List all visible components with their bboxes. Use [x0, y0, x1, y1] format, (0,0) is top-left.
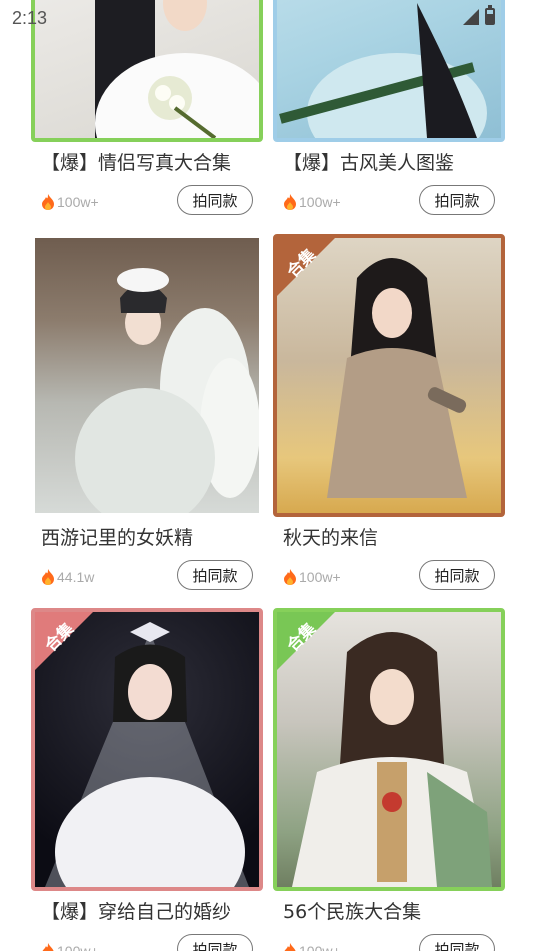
- collection-badge: 合集: [277, 238, 337, 298]
- flame-icon: [284, 194, 296, 210]
- status-icons: [463, 5, 495, 25]
- shoot-same-button[interactable]: 拍同款: [177, 934, 253, 951]
- flame-icon: [284, 569, 296, 585]
- collection-badge: 合集: [35, 612, 95, 672]
- template-card[interactable]: 合集 【爆】穿给自己的婚纱 100w+ 拍同款: [31, 608, 263, 951]
- template-thumbnail[interactable]: 合集: [273, 234, 505, 517]
- battery-icon: [485, 5, 495, 25]
- card-title: 56个民族大合集: [283, 901, 422, 923]
- shoot-same-button[interactable]: 拍同款: [419, 934, 495, 951]
- heat-count: 100w+: [299, 943, 341, 951]
- shoot-same-button[interactable]: 拍同款: [419, 185, 495, 215]
- heat-count: 100w+: [299, 194, 341, 210]
- template-card[interactable]: 西游记里的女妖精 44.1w 拍同款: [31, 234, 263, 601]
- status-bar: 2:13: [0, 0, 535, 38]
- template-card[interactable]: 合集 秋天的来信 100w+ 拍同款: [273, 234, 505, 601]
- card-title: 西游记里的女妖精: [41, 527, 194, 549]
- card-title: 【爆】穿给自己的婚纱: [41, 901, 232, 923]
- fox-spirit-photo: [35, 238, 259, 513]
- heat-count: 100w+: [57, 194, 99, 210]
- status-time: 2:13: [12, 8, 48, 28]
- popularity: 100w+: [283, 569, 341, 585]
- popularity: 100w+: [41, 194, 99, 210]
- popularity: 100w+: [283, 194, 341, 210]
- flame-icon: [42, 569, 54, 585]
- collection-badge: 合集: [277, 612, 337, 672]
- heat-count: 44.1w: [57, 569, 95, 585]
- template-thumbnail[interactable]: 合集: [273, 608, 505, 891]
- heat-count: 100w+: [57, 943, 99, 951]
- card-title: 【爆】古风美人图鉴: [283, 152, 455, 174]
- popularity: 100w+: [41, 943, 99, 951]
- signal-icon: [463, 8, 479, 25]
- flame-icon: [42, 943, 54, 951]
- shoot-same-button[interactable]: 拍同款: [177, 185, 253, 215]
- flame-icon: [42, 194, 54, 210]
- card-title: 【爆】情侣写真大合集: [41, 152, 232, 174]
- shoot-same-button[interactable]: 拍同款: [177, 560, 253, 590]
- card-title: 秋天的来信: [283, 527, 379, 549]
- template-thumbnail[interactable]: [31, 234, 263, 517]
- heat-count: 100w+: [299, 569, 341, 585]
- popularity: 44.1w: [41, 569, 94, 585]
- template-card[interactable]: 合集 56个民族大合集 100w+ 拍同款: [273, 608, 505, 951]
- template-thumbnail[interactable]: 合集: [31, 608, 263, 891]
- popularity: 100w+: [283, 943, 341, 951]
- shoot-same-button[interactable]: 拍同款: [419, 560, 495, 590]
- flame-icon: [284, 943, 296, 951]
